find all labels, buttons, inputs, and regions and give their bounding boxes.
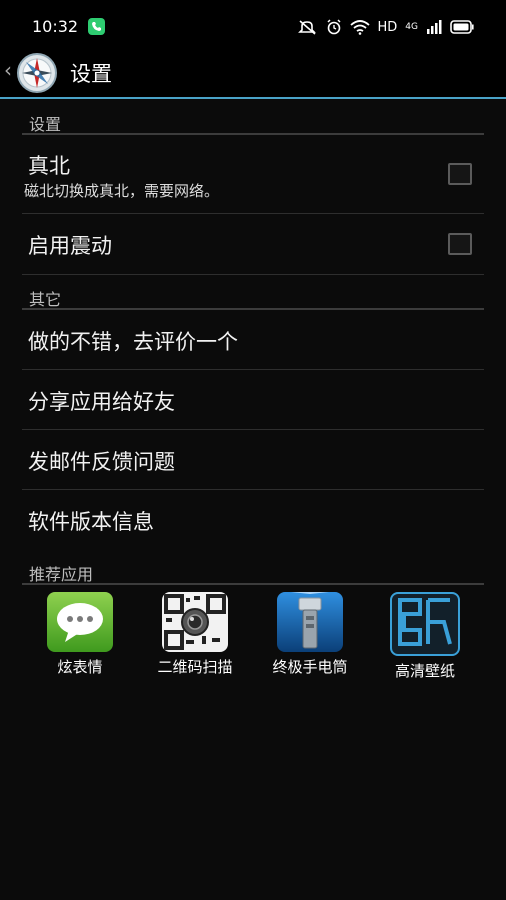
rate-app-item[interactable]: 做的不错，去评价一个 — [22, 310, 484, 370]
feedback-email-item[interactable]: 发邮件反馈问题 — [22, 430, 484, 490]
vibration-setting[interactable]: 启用震动 — [22, 214, 484, 275]
true-north-setting[interactable]: 真北 磁北切换成真北，需要网络。 — [22, 136, 484, 214]
app-name: 二维码扫描 — [157, 658, 233, 676]
section-header-others: 其它 — [22, 282, 484, 310]
item-label: 分享应用给好友 — [28, 390, 175, 414]
action-bar: ‹ 设置 — [0, 52, 506, 99]
mute-icon — [297, 20, 316, 35]
app-name: 炫表情 — [57, 658, 103, 676]
qr-code-icon — [162, 592, 228, 652]
battery-icon — [450, 20, 474, 34]
setting-label: 启用震动 — [28, 234, 112, 258]
setting-label: 真北 — [28, 154, 70, 178]
alarm-icon — [326, 19, 341, 35]
share-app-item[interactable]: 分享应用给好友 — [22, 370, 484, 430]
app-item[interactable]: 终极手电筒 — [255, 592, 365, 677]
status-icons: HD 4G — [297, 17, 475, 37]
page-title: 设置 — [70, 62, 112, 86]
compass-app-icon[interactable] — [16, 52, 58, 94]
status-bar: 10:32 HD 4G — [0, 0, 506, 52]
item-label: 做的不错，去评价一个 — [28, 330, 238, 354]
app-item[interactable]: 高清壁纸 — [370, 592, 480, 681]
section-title: 设置 — [29, 115, 62, 134]
wallpaper-icon — [390, 592, 460, 656]
hd-badge: HD — [377, 19, 398, 35]
recommended-apps: 炫表情 二维码扫描 终极手电筒 高清壁纸 — [22, 592, 484, 682]
call-icon — [88, 18, 105, 35]
app-name: 高清壁纸 — [394, 662, 455, 680]
setting-summary: 磁北切换成真北，需要网络。 — [24, 182, 220, 200]
section-title: 推荐应用 — [29, 565, 94, 584]
app-item[interactable]: 炫表情 — [25, 592, 135, 677]
signal-icon — [427, 20, 442, 34]
chat-bubble-icon — [47, 592, 113, 652]
version-info-item[interactable]: 软件版本信息 — [22, 490, 484, 547]
network-type: 4G — [405, 22, 418, 32]
item-label: 发邮件反馈问题 — [28, 450, 175, 474]
app-item[interactable]: 二维码扫描 — [140, 592, 250, 677]
section-title: 其它 — [29, 290, 62, 309]
status-time: 10:32 — [32, 17, 79, 36]
section-header-recommend: 推荐应用 — [22, 557, 484, 585]
vibration-checkbox[interactable] — [448, 233, 472, 255]
app-name: 终极手电筒 — [272, 658, 348, 676]
section-header-settings: 设置 — [22, 107, 484, 135]
flashlight-icon — [277, 592, 343, 652]
true-north-checkbox[interactable] — [448, 163, 472, 185]
wifi-icon — [349, 20, 370, 35]
back-arrow-icon[interactable]: ‹ — [4, 58, 12, 82]
item-label: 软件版本信息 — [28, 510, 154, 534]
